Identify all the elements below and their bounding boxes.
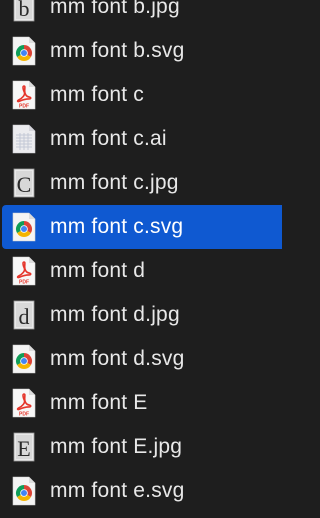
file-row[interactable]: PDF mm font d <box>0 249 282 293</box>
svg-text:PDF: PDF <box>19 104 29 110</box>
ai-document-icon <box>10 124 38 154</box>
file-row[interactable]: mm font d.svg <box>0 337 282 381</box>
file-row[interactable]: mm font c.svg <box>2 205 282 249</box>
file-row[interactable]: mm font c.ai <box>0 117 282 161</box>
svg-text:PDF: PDF <box>19 412 29 418</box>
file-name: mm font d <box>50 259 146 282</box>
file-name: mm font b.svg <box>50 39 185 62</box>
pdf-document-icon: PDF <box>10 388 38 418</box>
file-row[interactable]: mm font e.svg <box>0 469 282 513</box>
file-name: mm font d.svg <box>50 347 185 370</box>
file-row[interactable]: PDF mm font E <box>0 381 282 425</box>
pdf-document-icon: PDF <box>10 80 38 110</box>
jpg-thumbnail-e-icon: E <box>10 432 38 462</box>
file-name: mm font b.jpg <box>50 0 180 18</box>
file-name: mm font d.jpg <box>50 303 180 326</box>
file-name: mm font E <box>50 391 148 414</box>
file-row[interactable]: Cmm font c.jpg <box>0 161 282 205</box>
jpg-thumbnail-c-icon: C <box>10 168 38 198</box>
svg-text:d: d <box>19 304 30 329</box>
chrome-svg-icon <box>10 344 38 374</box>
file-row[interactable]: PDF mm font c <box>0 73 282 117</box>
svg-text:PDF: PDF <box>19 280 29 286</box>
svg-text:C: C <box>17 172 32 197</box>
file-name: mm font c.svg <box>50 215 184 238</box>
chrome-svg-icon <box>10 212 38 242</box>
file-name: mm font c <box>50 83 144 106</box>
file-row[interactable]: b mm font b.jpg <box>0 0 282 29</box>
jpg-thumbnail-d-icon: d <box>10 300 38 330</box>
svg-text:b: b <box>19 0 30 21</box>
pdf-document-icon: PDF <box>10 256 38 286</box>
file-name: mm font e.svg <box>50 479 185 502</box>
file-row[interactable]: d mm font d.jpg <box>0 293 282 337</box>
file-name: mm font E.jpg <box>50 435 183 458</box>
chrome-svg-icon <box>10 36 38 66</box>
file-name: mm font c.ai <box>50 127 167 150</box>
jpg-thumbnail-b-icon: b <box>10 0 38 22</box>
svg-text:E: E <box>17 436 30 461</box>
file-list: b mm font b.jpg mm font b.svg PDF mm font c m… <box>0 0 282 513</box>
file-name: mm font c.jpg <box>50 171 179 194</box>
file-row[interactable]: mm font b.svg <box>0 29 282 73</box>
chrome-svg-icon <box>10 476 38 506</box>
file-row[interactable]: Emm font E.jpg <box>0 425 282 469</box>
